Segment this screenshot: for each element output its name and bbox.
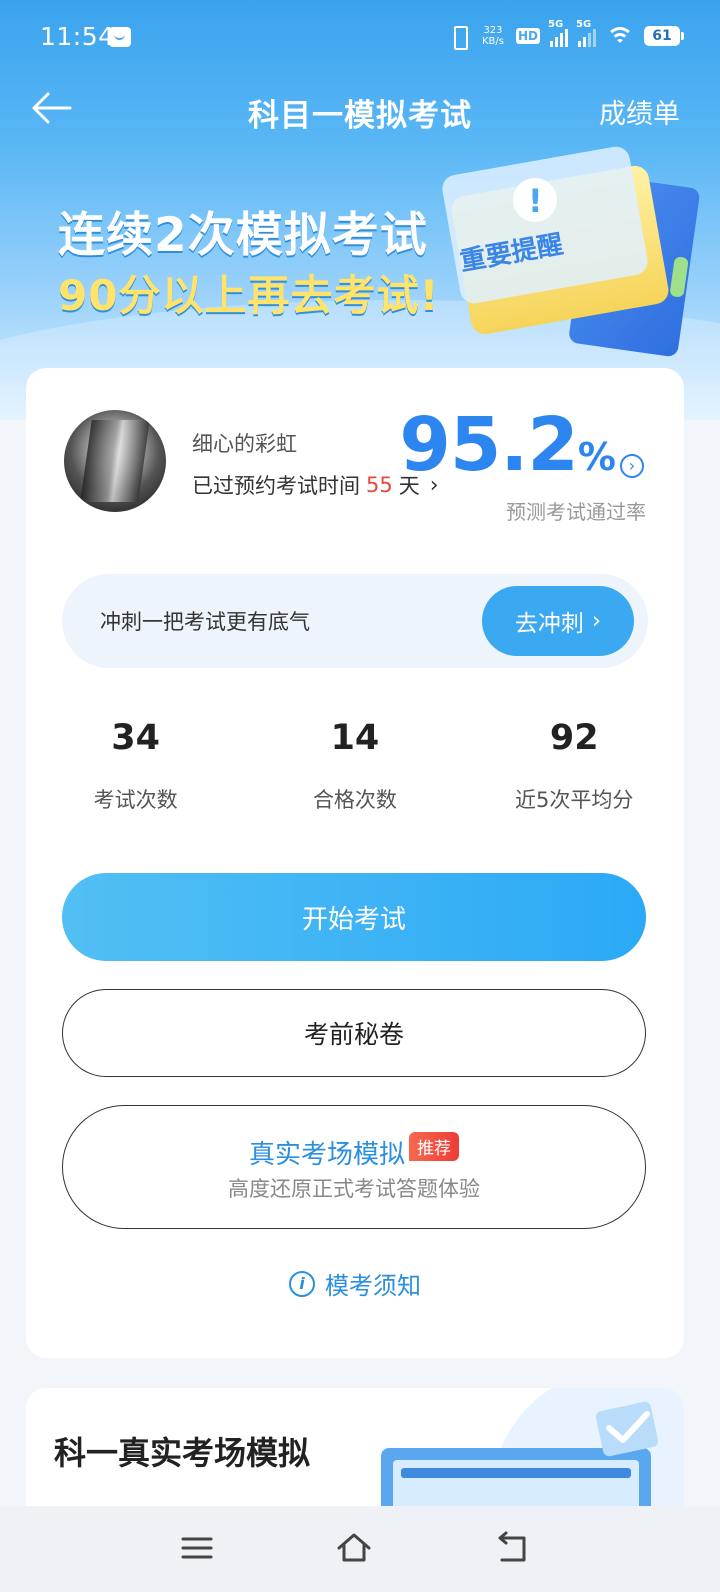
sim1-label: 5G bbox=[548, 19, 564, 30]
real-exam-simulation-button[interactable]: 真实考场模拟 推荐 高度还原正式考试答题体验 bbox=[62, 1105, 646, 1229]
real-exam-illustration bbox=[381, 1388, 684, 1508]
stat-value: 92 bbox=[549, 718, 599, 758]
wifi-icon bbox=[606, 25, 634, 47]
stat-label: 合格次数 bbox=[312, 788, 397, 812]
sprint-banner: 冲刺一把考试更有底气 去冲刺 › bbox=[62, 574, 648, 668]
stat-label: 近5次平均分 bbox=[515, 788, 634, 812]
sim2-label: 5G bbox=[576, 19, 592, 30]
avatar[interactable] bbox=[64, 410, 166, 512]
circle-chevron-right-icon[interactable]: › bbox=[620, 453, 644, 478]
stat-value: 14 bbox=[330, 718, 380, 758]
message-icon bbox=[109, 27, 131, 47]
real-exam-title-row: 真实考场模拟 推荐 bbox=[63, 1132, 645, 1171]
real-exam-title: 真实考场模拟 bbox=[248, 1140, 405, 1170]
menu-button[interactable] bbox=[179, 1530, 215, 1566]
stat-value: 34 bbox=[111, 718, 160, 758]
sprint-button-label: 去冲刺 bbox=[514, 611, 584, 637]
hd-icon: HD bbox=[515, 28, 540, 44]
signal-icon-sim2: 5G bbox=[576, 19, 596, 47]
net-speed-unit: KB/s bbox=[481, 36, 504, 47]
exam-notice-link[interactable]: i 模考须知 bbox=[26, 1266, 684, 1301]
exam-notice-label: 模考须知 bbox=[325, 1272, 421, 1300]
main-card: 细心的彩虹 已过预约考试时间 55 天 › 95.2% › 预测考试通过率 冲刺一… bbox=[26, 368, 684, 1358]
svg-text:!: ! bbox=[528, 182, 543, 220]
top-nav: 科目一模拟考试 成绩单 bbox=[0, 82, 720, 138]
start-exam-button[interactable]: 开始考试 bbox=[62, 873, 646, 961]
status-bar: 11:54 323 KB/s HD 5G 5G 61 bbox=[0, 0, 720, 78]
home-icon bbox=[337, 1533, 371, 1562]
pass-rate[interactable]: 95.2% › bbox=[399, 406, 644, 484]
net-speed: 323 KB/s bbox=[480, 25, 506, 47]
real-exam-card[interactable]: 科一真实考场模拟 bbox=[26, 1388, 684, 1508]
real-exam-subtitle: 高度还原正式考试答题体验 bbox=[228, 1177, 480, 1201]
score-report-link[interactable]: 成绩单 bbox=[599, 92, 680, 131]
hero-headline: 连续2次模拟考试 bbox=[58, 208, 428, 263]
sprint-button[interactable]: 去冲刺 › bbox=[482, 586, 634, 656]
battery-icon: 61 bbox=[644, 26, 684, 46]
menu-icon bbox=[181, 1537, 213, 1559]
back-icon bbox=[498, 1531, 526, 1562]
pass-rate-unit: % bbox=[577, 435, 616, 479]
pre-exam-secret-button[interactable]: 考前秘卷 bbox=[62, 989, 646, 1077]
sprint-text: 冲刺一把考试更有底气 bbox=[100, 610, 310, 634]
recommend-badge: 推荐 bbox=[409, 1132, 459, 1161]
back-system-button[interactable] bbox=[494, 1530, 530, 1566]
days-prefix: 已过预约考试时间 bbox=[192, 474, 360, 498]
username: 细心的彩虹 bbox=[192, 432, 297, 456]
stats-row: 34 考试次数 14 合格次数 92 近5次平均分 bbox=[26, 718, 684, 814]
status-icons: 323 KB/s HD 5G 5G 61 bbox=[448, 19, 684, 50]
pass-rate-value: 95.2 bbox=[399, 402, 579, 488]
hero-subheadline: 90分以上再去考试! bbox=[58, 271, 440, 320]
chevron-right-icon: › bbox=[591, 608, 602, 634]
real-exam-card-title: 科一真实考场模拟 bbox=[54, 1434, 311, 1472]
net-speed-value: 323 bbox=[483, 25, 503, 36]
info-icon: i bbox=[289, 1270, 315, 1297]
important-reminder-illustration: ! 重要提醒 bbox=[442, 146, 700, 357]
home-button[interactable] bbox=[336, 1530, 372, 1566]
pass-rate-label: 预测考试通过率 bbox=[506, 500, 646, 524]
system-nav-bar bbox=[0, 1506, 720, 1592]
stat-average-score: 92 近5次平均分 bbox=[465, 718, 684, 814]
stat-pass-count: 14 合格次数 bbox=[245, 718, 464, 814]
days-value: 55 bbox=[366, 473, 393, 497]
stat-label: 考试次数 bbox=[93, 788, 178, 812]
vibrate-icon bbox=[448, 24, 470, 50]
stat-exam-count: 34 考试次数 bbox=[26, 718, 245, 814]
signal-icon-sim1: 5G bbox=[548, 19, 568, 47]
status-time: 11:54 bbox=[40, 22, 115, 51]
